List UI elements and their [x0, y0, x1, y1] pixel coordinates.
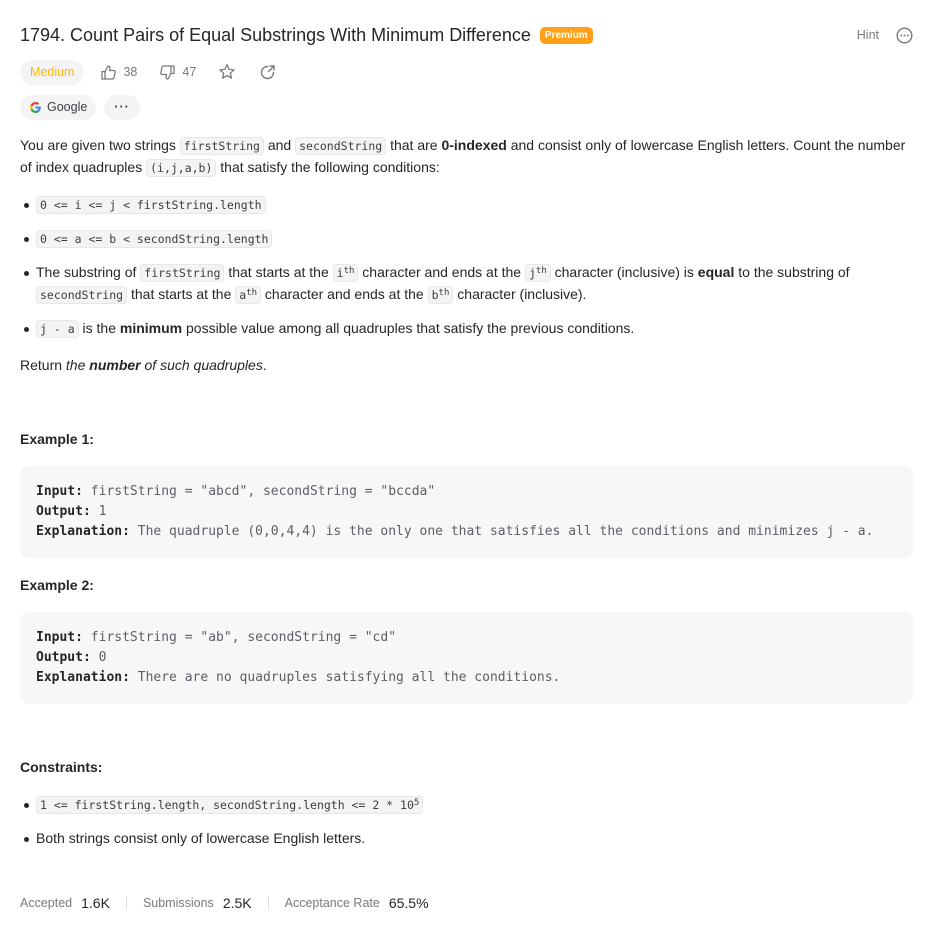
company-tags: Google ···: [20, 95, 140, 120]
star-icon: [219, 64, 235, 79]
hint-button[interactable]: Hint: [857, 28, 879, 42]
conditions-list: 0 <= i <= j < firstString.length 0 <= a …: [20, 194, 913, 340]
title-actions: Hint: [857, 26, 913, 44]
share-icon: [260, 64, 275, 79]
more-circle-icon: [895, 26, 913, 44]
problem-description: You are given two strings firstString an…: [20, 135, 913, 849]
title-row: 1794. Count Pairs of Equal Substrings Wi…: [20, 20, 913, 50]
constraints-title: Constraints:: [20, 759, 103, 775]
code-first-string: firstString: [179, 137, 264, 155]
more-options-button[interactable]: [895, 26, 913, 44]
submissions-label: Submissions: [142, 896, 214, 910]
company-tag-google[interactable]: Google: [20, 95, 97, 120]
condition-item: j - a is the minimum possible value amon…: [24, 318, 913, 340]
code-second-string: secondString: [295, 137, 387, 155]
condition-item: The substring of firstString that starts…: [24, 262, 913, 306]
condition-item: 0 <= a <= b < secondString.length: [24, 228, 913, 250]
problem-title[interactable]: 1794. Count Pairs of Equal Substrings Wi…: [20, 25, 531, 46]
code-quadruple: (i,j,a,b): [146, 159, 217, 177]
stats-footer: Accepted 1.6K Submissions 2.5K Acceptanc…: [20, 895, 429, 911]
example-1-block: Input: firstString = "abcd", secondStrin…: [20, 466, 913, 558]
divider: [267, 896, 269, 910]
thumbs-up-icon: [101, 64, 117, 80]
difficulty-badge: Medium: [20, 59, 85, 85]
favorite-button[interactable]: [212, 59, 242, 85]
dislike-button[interactable]: 47: [153, 60, 202, 85]
more-tags-button[interactable]: ···: [104, 95, 140, 120]
constraint-item: 1 <= firstString.length, secondString.le…: [24, 794, 913, 816]
constraints-list: 1 <= firstString.length, secondString.le…: [20, 794, 913, 849]
accepted-label: Accepted: [20, 896, 73, 910]
description-paragraph: You are given two strings firstString an…: [20, 137, 906, 177]
like-button[interactable]: 38: [94, 60, 143, 85]
acceptance-rate-label: Acceptance Rate: [284, 896, 380, 910]
divider: [125, 896, 127, 910]
company-tag-label: Google: [47, 100, 88, 114]
thumbs-down-icon: [160, 64, 176, 80]
accepted-value: 1.6K: [81, 895, 110, 911]
submissions-value: 2.5K: [222, 895, 252, 911]
hint-label: Hint: [856, 28, 879, 42]
google-icon: [30, 102, 41, 113]
return-statement: Return the number of such quadruples.: [20, 357, 267, 373]
example-2-block: Input: firstString = "ab", secondString …: [20, 612, 913, 704]
example-2-title: Example 2:: [20, 577, 94, 593]
acceptance-rate-value: 65.5%: [388, 895, 429, 911]
dislike-count: 47: [182, 65, 197, 79]
like-count: 38: [123, 65, 138, 79]
example-1-title: Example 1:: [20, 431, 94, 447]
share-button[interactable]: [252, 59, 282, 85]
meta-row: Medium 38 47: [20, 59, 282, 85]
premium-badge: Premium: [539, 26, 593, 44]
condition-item: 0 <= i <= j < firstString.length: [24, 194, 913, 216]
constraint-item: Both strings consist only of lowercase E…: [24, 828, 913, 849]
